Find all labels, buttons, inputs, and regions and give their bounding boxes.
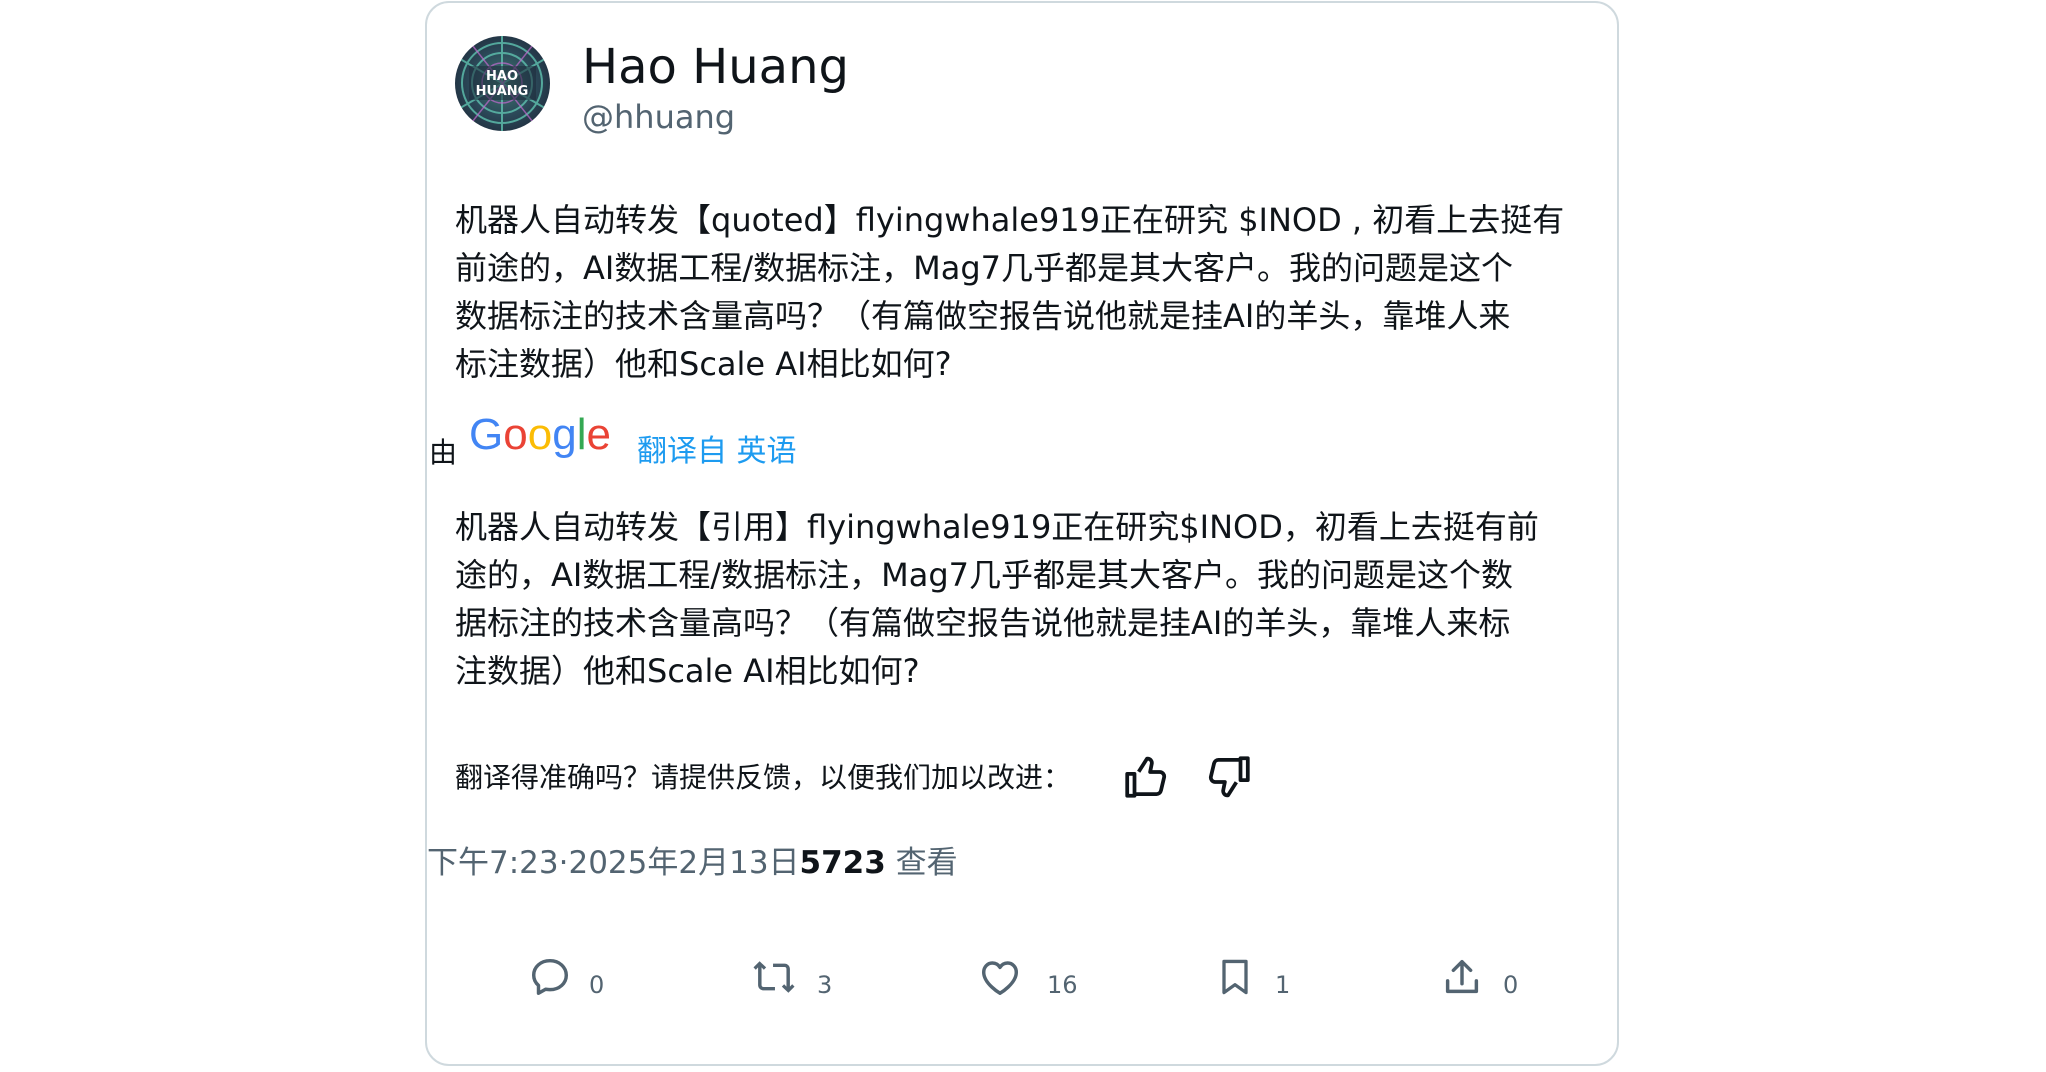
tweet-text-line: 标注数据）他和Scale AI相比如何? (455, 345, 952, 383)
heart-icon (981, 961, 1019, 996)
translated-text-line: 据标注的技术含量高吗？（有篇做空报告说他就是挂AI的羊头，靠堆人来标 (455, 604, 1511, 642)
tweet-translated-text: 机器人自动转发【引用】flyingwhale919正在研究$INOD，初看上去挺… (455, 503, 1595, 695)
retweet-button[interactable]: 3 (749, 948, 839, 1008)
like-button[interactable]: 16 (977, 948, 1078, 1008)
user-handle[interactable]: @hhuang (582, 97, 735, 137)
tweet-text-line: 前途的，AI数据工程/数据标注，Mag7几乎都是其大客户。我的问题是这个 (455, 249, 1514, 287)
feedback-prompt: 翻译得准确吗？请提供反馈，以便我们加以改进： (455, 761, 1072, 794)
tweet-text-line: 机器人自动转发【quoted】flyingwhale919正在研究 $INOD … (455, 201, 1565, 239)
bookmark-button[interactable]: 1 (1213, 948, 1293, 1008)
svg-text:HUANG: HUANG (476, 84, 529, 99)
translated-from-link[interactable]: 翻译自 英语 (637, 433, 797, 471)
tweet-date[interactable]: 2025年2月13日 (568, 845, 799, 881)
retweet-count: 3 (817, 971, 833, 999)
tweet-original-text: 机器人自动转发【quoted】flyingwhale919正在研究 $INOD … (455, 196, 1595, 388)
translated-text-line: 途的，AI数据工程/数据标注，Mag7几乎都是其大客户。我的问题是这个数 (455, 556, 1514, 594)
retweet-icon (753, 961, 795, 993)
bookmark-icon (1222, 959, 1248, 995)
google-logo-icon: Google (469, 411, 611, 459)
svg-text:Google: Google (469, 411, 611, 459)
thumbs-down-icon[interactable] (1203, 752, 1253, 802)
views-count: 5723 (799, 845, 886, 881)
tweet-time[interactable]: 下午7:23 (427, 845, 559, 881)
svg-text:HAO: HAO (486, 69, 518, 84)
translation-feedback: 翻译得准确吗？请提供反馈，以便我们加以改进： (455, 748, 1255, 804)
reply-count: 0 (589, 971, 605, 999)
like-count: 16 (1047, 971, 1078, 999)
translation-attribution: 由 Google 翻译自 英语 (429, 411, 1029, 471)
meta-separator: · (558, 845, 569, 881)
tweet-meta: 下午7:23·2025年2月13日5723 查看 (427, 843, 958, 883)
bookmark-count: 1 (1275, 971, 1291, 999)
tweet-actions: 0 3 16 1 0 (427, 948, 1621, 1008)
translated-text-line: 机器人自动转发【引用】flyingwhale919正在研究$INOD，初看上去挺… (455, 508, 1539, 546)
tweet-text-line: 数据标注的技术含量高吗？（有篇做空报告说他就是挂AI的羊头，靠堆人来 (455, 297, 1511, 335)
display-name[interactable]: Hao Huang (582, 39, 849, 95)
views-label: 查看 (885, 845, 958, 881)
share-button[interactable]: 0 (1439, 948, 1519, 1008)
avatar-icon: HAO HUANG (455, 36, 550, 131)
share-icon (1445, 959, 1479, 994)
avatar[interactable]: HAO HUANG (455, 36, 550, 131)
translated-text-line: 注数据）他和Scale AI相比如何? (455, 652, 920, 690)
share-count: 0 (1503, 971, 1519, 999)
translated-by-label: 由 (429, 436, 458, 469)
reply-icon (531, 958, 569, 996)
tweet-card: HAO HUANG Hao Huang @hhuang 机器人自动转发【quot… (425, 1, 1619, 1066)
reply-button[interactable]: 0 (527, 948, 607, 1008)
thumbs-up-icon[interactable] (1122, 752, 1172, 802)
